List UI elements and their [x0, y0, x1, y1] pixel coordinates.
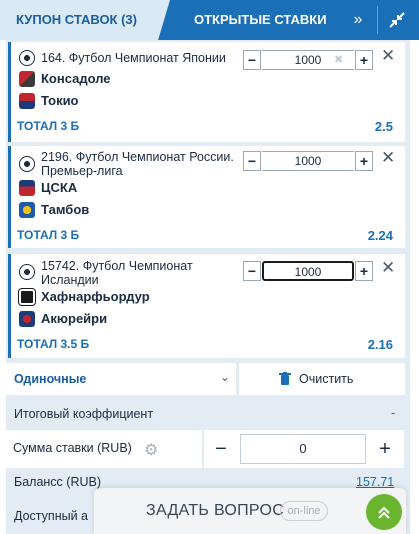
football-icon — [19, 264, 35, 280]
stake-sum-input[interactable]: 0 — [240, 434, 366, 464]
bet-market: ТОТАЛ 3 Б — [17, 119, 80, 133]
football-icon — [19, 156, 35, 172]
team-logo — [19, 180, 35, 196]
stake-input[interactable]: 1000 — [262, 261, 354, 281]
bet-league: 2196. Футбол Чемпионат России. Премьер-л… — [41, 150, 234, 178]
bet-league: 15742. Футбол Чемпионат Исландии — [41, 259, 193, 287]
clear-label: Очистить — [299, 372, 354, 386]
team-name: Токио — [41, 93, 79, 108]
bet-coef: 2.24 — [367, 228, 393, 243]
stake-minus-button[interactable]: − — [243, 261, 261, 281]
close-icon[interactable]: ✕ — [381, 47, 395, 64]
stake-sum-plus-button[interactable]: + — [368, 430, 402, 468]
team-name: Консадоле — [41, 71, 111, 86]
chat-widget[interactable]: ЗАДАТЬ ВОПРОС on-line — [94, 488, 406, 534]
stake-plus-button[interactable]: + — [355, 261, 373, 281]
stake-plus-button[interactable]: + — [355, 151, 373, 171]
chevron-down-icon: ⌄ — [220, 370, 231, 384]
tab-open-bets[interactable]: ОТКРЫТЫЕ СТАВКИ — [158, 0, 338, 40]
chat-label: ЗАДАТЬ ВОПРОС — [146, 502, 285, 519]
clear-stake-icon[interactable]: ✖ — [334, 53, 343, 66]
chevron-up-icon[interactable] — [366, 494, 402, 530]
bet-coef: 2.5 — [374, 119, 393, 134]
bet-league: 164. Футбол Чемпионат Японии — [41, 51, 226, 65]
stake-stepper[interactable]: − 1000 + — [243, 261, 373, 281]
team-logo — [19, 289, 35, 305]
tab-coupon[interactable]: КУПОН СТАВОК (3) — [0, 0, 170, 40]
total-coef-value: - — [391, 406, 396, 420]
stake-sum-stepper[interactable]: − 0 + — [204, 430, 404, 468]
bet-coef: 2.16 — [367, 337, 393, 352]
stake-stepper[interactable]: − 1000 ✖ + — [243, 50, 373, 70]
stake-sum-minus-button[interactable]: − — [204, 430, 238, 468]
bet-card: 164. Футбол Чемпионат Японии − 1000 ✖ + … — [8, 42, 405, 142]
stake-minus-button[interactable]: − — [243, 151, 261, 171]
team-name: Хафнарфьордур — [41, 289, 150, 304]
bet-type-value: Одиночные — [14, 372, 87, 386]
bet-card: 2196. Футбол Чемпионат России. Премьер-л… — [8, 146, 405, 248]
stake-input[interactable]: 1000 — [262, 151, 354, 171]
team-name: ЦСКА — [41, 180, 78, 195]
balance-value[interactable]: 157.71 — [356, 475, 394, 489]
team-logo — [19, 202, 35, 218]
stake-plus-button[interactable]: + — [355, 50, 373, 70]
team-logo — [19, 71, 35, 87]
gear-icon[interactable]: ⚙ — [144, 440, 158, 460]
available-label: Доступный а — [14, 509, 88, 523]
team-logo — [19, 93, 35, 109]
bet-market: ТОТАЛ 3 Б — [17, 228, 80, 242]
bet-type-select[interactable]: Одиночные ⌄ — [6, 363, 236, 395]
tab-divider — [377, 6, 378, 34]
football-icon — [19, 50, 35, 66]
team-name: Тамбов — [41, 202, 90, 217]
collapse-arrows-icon[interactable] — [380, 0, 414, 40]
total-coef-label: Итоговый коэффициент — [14, 407, 154, 421]
team-name: Акюрейри — [41, 311, 108, 326]
double-chevron-right-icon[interactable]: » — [341, 0, 375, 40]
clear-button[interactable]: Очистить — [239, 363, 405, 395]
stake-sum-row: Сумма ставки (RUB) ⚙ — [6, 430, 202, 468]
stake-stepper[interactable]: − 1000 + — [243, 151, 373, 171]
close-icon[interactable]: ✕ — [381, 259, 395, 276]
bet-market: ТОТАЛ 3.5 Б — [17, 337, 90, 351]
coupon-tabs: КУПОН СТАВОК (3) ОТКРЫТЫЕ СТАВКИ » — [0, 0, 419, 40]
stake-sum-label: Сумма ставки (RUB) — [13, 441, 132, 455]
bet-card: 15742. Футбол Чемпионат Исландии − 1000 … — [8, 254, 405, 358]
stake-minus-button[interactable]: − — [243, 50, 261, 70]
team-logo — [19, 311, 35, 327]
close-icon[interactable]: ✕ — [381, 149, 395, 166]
trash-icon — [279, 372, 291, 388]
chat-status-badge: on-line — [280, 501, 328, 521]
balance-label: Балансс (RUB) — [14, 475, 101, 489]
